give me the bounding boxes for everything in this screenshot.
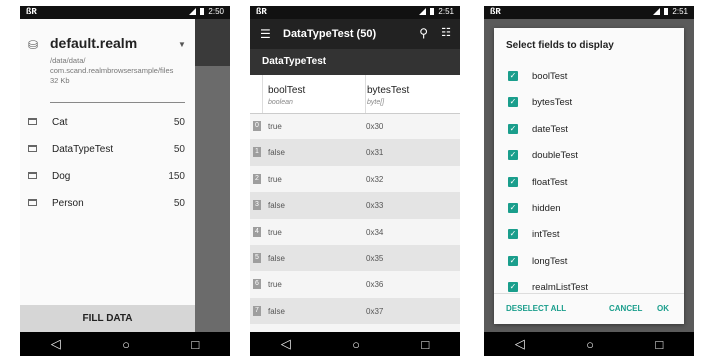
back-icon[interactable]: ◁ bbox=[51, 336, 61, 352]
select-fields-dialog: Select fields to display ✓ boolTest ✓ byte… bbox=[494, 28, 684, 324]
field-checkbox-item[interactable]: ✓ dateTest bbox=[494, 117, 684, 143]
class-header: DataTypeTest bbox=[250, 49, 460, 75]
checkbox-checked-icon[interactable]: ✓ bbox=[508, 176, 518, 187]
signal-icon bbox=[419, 8, 427, 15]
checkbox-checked-icon[interactable]: ✓ bbox=[508, 202, 518, 213]
back-icon[interactable]: ◁ bbox=[281, 336, 291, 352]
app-bar: ☰ DataTypeTest (50) ⚲ ☷ bbox=[250, 19, 460, 49]
table-row[interactable]: 7 false 0x37 bbox=[250, 297, 460, 325]
checkbox-checked-icon[interactable]: ✓ bbox=[508, 229, 518, 240]
table-row[interactable]: 2 true 0x32 bbox=[250, 166, 460, 192]
clock: 2:51 bbox=[672, 7, 688, 16]
app-icon: ßR bbox=[26, 7, 37, 17]
status-bar: ßR 2:51 bbox=[484, 6, 694, 19]
realm-size: 32 Kb bbox=[50, 76, 70, 85]
navigation-bar: ◁ ○ □ bbox=[250, 332, 460, 356]
field-checkbox-item[interactable]: ✓ bytesTest bbox=[494, 90, 684, 116]
home-icon[interactable]: ○ bbox=[352, 337, 360, 352]
status-bar: ßR 2:51 bbox=[250, 6, 460, 19]
table-body: 0 true 0x30 1 false 0x31 2 true 0x32 3 false 0x3… bbox=[250, 113, 460, 325]
recents-icon[interactable]: □ bbox=[191, 337, 199, 352]
app-icon: ßR bbox=[256, 7, 267, 17]
table-row[interactable]: 6 true 0x36 bbox=[250, 271, 460, 297]
status-bar: ßR 2:50 bbox=[20, 6, 230, 19]
table-icon bbox=[28, 118, 37, 125]
app-icon: ßR bbox=[490, 7, 501, 17]
checkbox-checked-icon[interactable]: ✓ bbox=[508, 123, 518, 134]
field-list-icon[interactable]: ☷ bbox=[441, 26, 451, 39]
checkbox-checked-icon[interactable]: ✓ bbox=[508, 97, 518, 108]
table-row[interactable]: 3 false 0x33 bbox=[250, 192, 460, 219]
phone-drawer-screen: ßR 2:50 ⛁ default.realm ▼ /data/data/ co… bbox=[20, 6, 230, 356]
dialog-actions: DESELECT ALL CANCEL OK bbox=[494, 293, 684, 324]
class-list: Cat 50 DataTypeTest 50 Dog 150 Person 50 bbox=[20, 111, 195, 219]
ok-button[interactable]: OK bbox=[657, 304, 669, 313]
clock: 2:50 bbox=[208, 7, 224, 16]
table-row[interactable]: 5 false 0x35 bbox=[250, 244, 460, 272]
realm-path: /data/data/ com.scand.realmbrowsersample… bbox=[50, 56, 190, 86]
clock: 2:51 bbox=[438, 7, 454, 16]
home-icon[interactable]: ○ bbox=[586, 337, 594, 352]
realm-name[interactable]: default.realm bbox=[50, 35, 137, 51]
divider bbox=[50, 102, 185, 103]
field-checkbox-item[interactable]: ✓ doubleTest bbox=[494, 143, 684, 169]
field-checkbox-item[interactable]: ✓ intTest bbox=[494, 222, 684, 248]
table-icon bbox=[28, 145, 37, 152]
battery-icon bbox=[664, 8, 669, 15]
drawer-item-datatypetest[interactable]: DataTypeTest 50 bbox=[20, 138, 195, 165]
checkbox-checked-icon[interactable]: ✓ bbox=[508, 255, 518, 266]
class-name: DataTypeTest bbox=[262, 56, 327, 67]
navigation-bar: ◁ ○ □ bbox=[20, 332, 230, 356]
table-row[interactable]: 4 true 0x34 bbox=[250, 219, 460, 245]
recents-icon[interactable]: □ bbox=[655, 337, 663, 352]
cancel-button[interactable]: CANCEL bbox=[609, 304, 642, 313]
search-icon[interactable]: ⚲ bbox=[419, 26, 428, 40]
table-row[interactable]: 1 false 0x31 bbox=[250, 139, 460, 166]
fill-data-button[interactable]: FILL DATA bbox=[20, 305, 195, 332]
table-icon bbox=[28, 199, 37, 206]
drawer-item-dog[interactable]: Dog 150 bbox=[20, 165, 195, 192]
deselect-all-button[interactable]: DESELECT ALL bbox=[506, 304, 566, 313]
checkbox-checked-icon[interactable]: ✓ bbox=[508, 282, 518, 293]
field-checkbox-item[interactable]: ✓ longTest bbox=[494, 249, 684, 275]
table-icon bbox=[28, 172, 37, 179]
field-checkbox-item[interactable]: ✓ boolTest bbox=[494, 64, 684, 90]
drawer-item-person[interactable]: Person 50 bbox=[20, 192, 195, 219]
drawer-item-cat[interactable]: Cat 50 bbox=[20, 111, 195, 138]
field-checkbox-item[interactable]: ✓ hidden bbox=[494, 196, 684, 222]
dialog-title: Select fields to display bbox=[506, 40, 614, 51]
back-icon[interactable]: ◁ bbox=[515, 336, 525, 352]
battery-icon bbox=[430, 8, 435, 15]
navigation-drawer: ⛁ default.realm ▼ /data/data/ com.scand.… bbox=[20, 19, 195, 332]
signal-icon bbox=[653, 8, 661, 15]
signal-icon bbox=[189, 8, 197, 15]
column-header-bytestest[interactable]: bytesTest byte[] bbox=[362, 75, 460, 113]
column-header-booltest[interactable]: boolTest boolean bbox=[262, 75, 366, 113]
menu-icon[interactable]: ☰ bbox=[260, 27, 271, 41]
table-row[interactable]: 0 true 0x30 bbox=[250, 113, 460, 139]
recents-icon[interactable]: □ bbox=[421, 337, 429, 352]
page-title: DataTypeTest (50) bbox=[283, 28, 377, 40]
checkbox-checked-icon[interactable]: ✓ bbox=[508, 71, 518, 81]
table-header: boolTest boolean bytesTest byte[] bbox=[250, 75, 460, 114]
phone-table-screen: ßR 2:51 ☰ DataTypeTest (50) ⚲ ☷ DataType… bbox=[250, 6, 460, 356]
field-list: ✓ boolTest ✓ bytesTest ✓ dateTest ✓ doubleTe… bbox=[494, 64, 684, 302]
battery-icon bbox=[200, 8, 205, 15]
home-icon[interactable]: ○ bbox=[122, 337, 130, 352]
field-checkbox-item[interactable]: ✓ floatTest bbox=[494, 170, 684, 196]
checkbox-checked-icon[interactable]: ✓ bbox=[508, 150, 518, 161]
phone-dialog-screen: ßR 2:51 Select fields to display ✓ boolTe… bbox=[484, 6, 694, 356]
database-icon: ⛁ bbox=[28, 38, 39, 52]
chevron-down-icon[interactable]: ▼ bbox=[178, 40, 186, 49]
navigation-bar: ◁ ○ □ bbox=[484, 332, 694, 356]
